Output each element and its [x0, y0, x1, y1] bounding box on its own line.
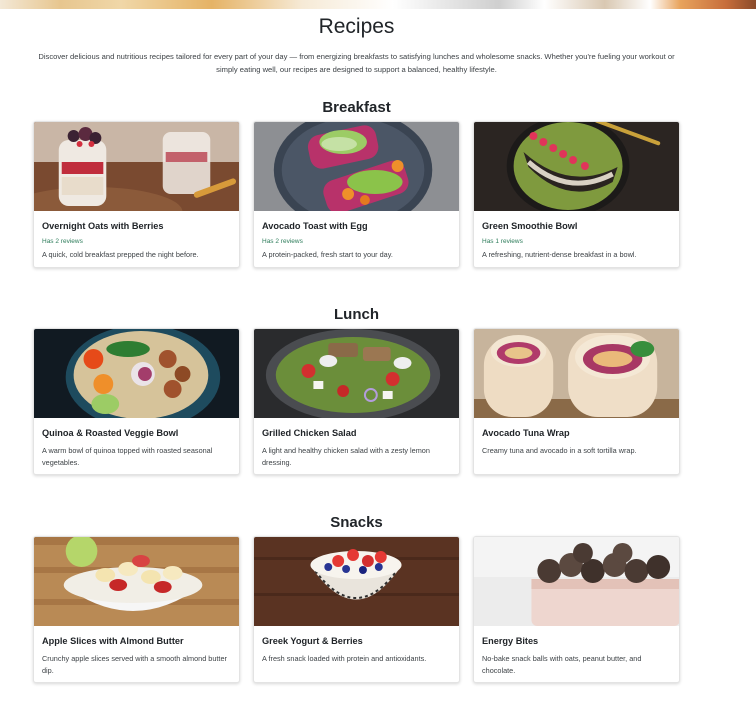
recipe-card-quinoa-bowl[interactable]: Quinoa & Roasted Veggie Bowl A warm bowl… [33, 328, 240, 475]
section-title-snacks: Snacks [330, 514, 383, 531]
recipe-title[interactable]: Grilled Chicken Salad [262, 428, 356, 438]
recipe-description: A warm bowl of quinoa topped with roaste… [42, 446, 213, 467]
page-intro: Discover delicious and nutritious recipe… [38, 52, 675, 74]
recipe-description: A refreshing, nutrient-dense breakfast i… [482, 250, 637, 259]
page-title: Recipes [318, 15, 395, 38]
recipe-description: No-bake snack balls with oats, peanut bu… [482, 654, 642, 675]
recipe-description: Crunchy apple slices served with a smoot… [42, 654, 227, 675]
recipe-image [474, 122, 679, 211]
recipe-card-overnight-oats[interactable]: Overnight Oats with Berries Has 2 review… [33, 121, 240, 268]
recipe-image [34, 329, 239, 418]
recipe-image [254, 329, 459, 418]
recipe-card-green-smoothie[interactable]: Green Smoothie Bowl Has 1 reviews A refr… [473, 121, 680, 268]
recipe-description: A fresh snack loaded with protein and an… [262, 654, 427, 663]
recipe-description: Creamy tuna and avocado in a soft tortil… [482, 446, 637, 455]
recipe-image [474, 537, 679, 626]
recipe-description: A light and healthy chicken salad with a… [262, 446, 430, 467]
recipe-title[interactable]: Avocado Toast with Egg [262, 221, 368, 231]
recipe-card-energy-bites[interactable]: Energy Bites No-bake snack balls with oa… [473, 536, 680, 683]
recipe-description: A protein-packed, fresh start to your da… [262, 250, 393, 259]
recipe-card-avocado-toast[interactable]: Avocado Toast with Egg Has 2 reviews A p… [253, 121, 460, 268]
recipe-title[interactable]: Greek Yogurt & Berries [262, 636, 363, 646]
recipe-card-apple-slices[interactable]: Apple Slices with Almond Butter Crunchy … [33, 536, 240, 683]
review-count: Has 2 reviews [262, 238, 303, 245]
recipe-title[interactable]: Quinoa & Roasted Veggie Bowl [42, 428, 178, 438]
recipe-card-greek-yogurt[interactable]: Greek Yogurt & Berries A fresh snack loa… [253, 536, 460, 683]
recipe-card-tuna-wrap[interactable]: Avocado Tuna Wrap Creamy tuna and avocad… [473, 328, 680, 475]
recipe-title[interactable]: Green Smoothie Bowl [482, 221, 577, 231]
review-count: Has 2 reviews [42, 238, 83, 245]
recipe-image [474, 329, 679, 418]
recipe-image [34, 122, 239, 211]
recipe-card-chicken-salad[interactable]: Grilled Chicken Salad A light and health… [253, 328, 460, 475]
recipe-title[interactable]: Overnight Oats with Berries [42, 221, 164, 231]
section-title-breakfast: Breakfast [322, 99, 391, 116]
review-count: Has 1 reviews [482, 238, 523, 245]
recipe-image [34, 537, 239, 626]
recipe-image [254, 537, 459, 626]
hero-image-strip [0, 0, 756, 9]
recipe-title[interactable]: Avocado Tuna Wrap [482, 428, 570, 438]
recipe-title[interactable]: Energy Bites [482, 636, 538, 646]
section-title-lunch: Lunch [334, 306, 379, 323]
recipe-image [254, 122, 459, 211]
recipe-title[interactable]: Apple Slices with Almond Butter [42, 636, 184, 646]
recipe-description: A quick, cold breakfast prepped the nigh… [42, 250, 199, 259]
